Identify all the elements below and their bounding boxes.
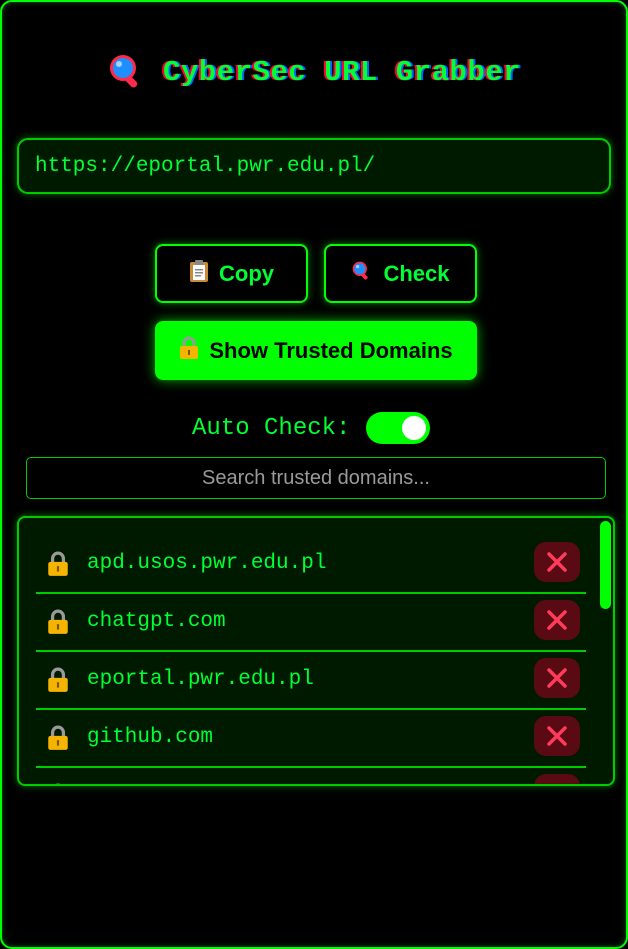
domain-name: apd.usos.pwr.edu.pl: [87, 552, 327, 575]
magnifier-icon: [107, 52, 147, 92]
toggle-knob: [402, 416, 427, 440]
list-item: github.com: [36, 709, 586, 768]
close-icon: [547, 668, 567, 688]
domain-name: eportal.pwr.edu.pl: [87, 668, 314, 691]
app-title: CyberSec URL Grabber: [162, 55, 522, 89]
auto-check-toggle[interactable]: [366, 412, 431, 444]
close-icon: [547, 726, 567, 746]
check-button[interactable]: Check: [324, 244, 477, 303]
auto-check-row: Auto Check:: [192, 410, 431, 446]
delete-domain-button[interactable]: [534, 716, 580, 756]
lock-icon: [179, 336, 199, 366]
list-scrollbar[interactable]: [600, 521, 611, 609]
list-item: eportal.pwr.edu.pl: [36, 651, 586, 710]
lock-icon: [47, 783, 71, 784]
delete-domain-button[interactable]: [534, 658, 580, 698]
app-header: CyberSec URL Grabber: [0, 52, 628, 92]
url-field[interactable]: https://eportal.pwr.edu.pl/: [17, 138, 611, 194]
lock-icon: [47, 551, 71, 577]
show-trusted-domains-label: Show Trusted Domains: [209, 337, 453, 363]
delete-domain-button[interactable]: [534, 774, 580, 784]
domain-name: chatgpt.com: [87, 610, 226, 633]
magnifier-icon: [351, 260, 373, 288]
clipboard-icon: [189, 259, 209, 289]
lock-icon: [47, 609, 71, 635]
delete-domain-button[interactable]: [534, 542, 580, 582]
close-icon: [547, 610, 567, 630]
copy-button-label: Copy: [219, 260, 274, 286]
list-item: chatgpt.com: [36, 593, 586, 652]
list-item: apd.usos.pwr.edu.pl: [36, 535, 586, 594]
lock-icon: [47, 667, 71, 693]
delete-domain-button[interactable]: [534, 600, 580, 640]
lock-icon: [47, 725, 71, 751]
auto-check-label: Auto Check:: [192, 414, 351, 442]
domain-name: github.com: [87, 726, 214, 749]
search-trusted-domains-input[interactable]: Search trusted domains...: [26, 457, 606, 499]
check-button-label: Check: [383, 260, 450, 286]
copy-button[interactable]: Copy: [155, 244, 308, 303]
trusted-domains-list[interactable]: apd.usos.pwr.edu.pl chatgpt.com eportal.…: [17, 516, 615, 786]
list-item-partial: [36, 767, 586, 784]
close-icon: [547, 552, 567, 572]
show-trusted-domains-button[interactable]: Show Trusted Domains: [155, 321, 477, 380]
